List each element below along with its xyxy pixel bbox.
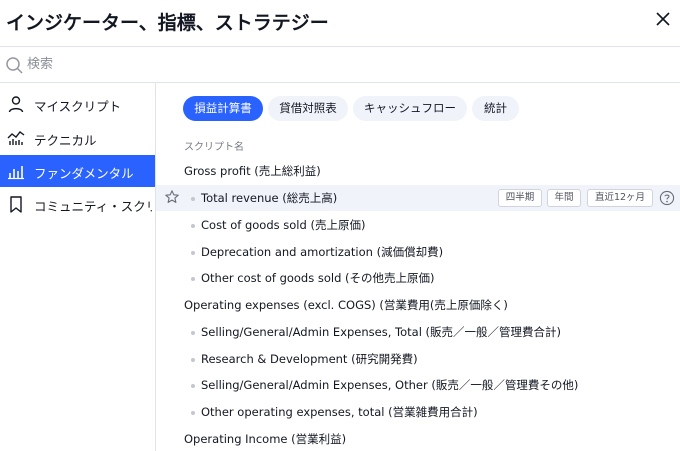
list-item-total-revenue[interactable]: Total revenue (総売上高) 四半期 年間 直近12ヶ月 — [156, 185, 680, 211]
sidebar-item-my-scripts[interactable]: マイスクリプト — [0, 88, 155, 120]
list-item-research-development[interactable]: Research & Development (研究開発費) — [156, 346, 680, 372]
sidebar-item-label: テクニカル — [34, 133, 97, 148]
search-input[interactable] — [27, 53, 647, 75]
tab-statistics[interactable]: 統計 — [472, 96, 519, 121]
sidebar-item-label: ファンダメンタル — [34, 166, 134, 181]
row-label: Gross profit (売上総利益) — [184, 164, 321, 178]
tab-balance-sheet[interactable]: 貸借対照表 — [268, 96, 348, 121]
bullet-dot — [191, 197, 195, 201]
help-icon[interactable] — [659, 190, 675, 206]
list-group-operating-income[interactable]: Operating Income (営業利益) — [156, 426, 680, 451]
row-label: Selling/General/Admin Expenses, Total (販… — [201, 325, 562, 339]
bullet-dot — [191, 277, 195, 281]
row-label: Other cost of goods sold (その他売上原価) — [201, 271, 435, 285]
dialog-header: インジケーター、指標、ストラテジー — [0, 0, 680, 46]
category-sidebar: マイスクリプト テクニカル ファンダメンタル コミュニティ・スクリプト — [0, 83, 155, 451]
sidebar-item-label: コミュニティ・スクリプト — [34, 199, 152, 214]
row-label: Research & Development (研究開発費) — [201, 352, 418, 366]
technical-chart-icon — [7, 131, 25, 145]
column-header-script-name: スクリプト名 — [184, 142, 244, 153]
bullet-dot — [191, 358, 195, 362]
tab-income-statement[interactable]: 損益計算書 — [183, 96, 263, 121]
sidebar-item-technical[interactable]: テクニカル — [0, 122, 155, 154]
row-label: Deprecation and amortization (減価償却費) — [201, 245, 444, 259]
list-item-other-operating-expenses[interactable]: Other operating expenses, total (営業雑費用合計… — [156, 399, 680, 425]
bullet-dot — [191, 251, 195, 255]
badge-quarterly[interactable]: 四半期 — [498, 189, 542, 207]
row-label: Total revenue (総売上高) — [201, 191, 338, 205]
bullet-dot — [191, 331, 195, 335]
list-item-sga-total[interactable]: Selling/General/Admin Expenses, Total (販… — [156, 319, 680, 345]
row-label: Other operating expenses, total (営業雑費用合計… — [201, 405, 478, 419]
sidebar-item-fundamentals[interactable]: ファンダメンタル — [0, 155, 155, 187]
badge-annual[interactable]: 年間 — [547, 189, 581, 207]
badge-trailing-12-months[interactable]: 直近12ヶ月 — [587, 189, 653, 207]
list-group-gross-profit[interactable]: Gross profit (売上総利益) — [156, 158, 680, 184]
row-label: Cost of goods sold (売上原価) — [201, 218, 366, 232]
sidebar-item-label: マイスクリプト — [34, 99, 122, 114]
sidebar-item-community-scripts[interactable]: コミュニティ・スクリプト — [0, 188, 155, 220]
search-icon — [6, 57, 23, 74]
bullet-dot — [191, 384, 195, 388]
close-icon[interactable] — [650, 6, 676, 32]
list-item-cost-of-goods-sold[interactable]: Cost of goods sold (売上原価) — [156, 212, 680, 238]
row-label: Operating expenses (excl. COGS) (営業費用(売上… — [184, 298, 508, 312]
bullet-dot — [191, 411, 195, 415]
bookmark-icon — [10, 196, 22, 213]
tab-cash-flow[interactable]: キャッシュフロー — [353, 96, 467, 121]
star-icon[interactable] — [164, 189, 180, 205]
bar-chart-icon — [8, 166, 24, 180]
list-item-depreciation[interactable]: Deprecation and amortization (減価償却費) — [156, 239, 680, 265]
search-bar — [0, 47, 680, 82]
user-icon — [8, 96, 24, 113]
list-item-other-cogs[interactable]: Other cost of goods sold (その他売上原価) — [156, 265, 680, 291]
list-item-sga-other[interactable]: Selling/General/Admin Expenses, Other (販… — [156, 372, 680, 398]
script-list-panel: 損益計算書 貸借対照表 キャッシュフロー 統計 スクリプト名 Gross pro… — [156, 83, 680, 451]
bullet-dot — [191, 224, 195, 228]
dialog-title: インジケーター、指標、ストラテジー — [6, 12, 329, 34]
list-group-operating-expenses[interactable]: Operating expenses (excl. COGS) (営業費用(売上… — [156, 292, 680, 318]
row-label: Operating Income (営業利益) — [184, 432, 347, 446]
row-label: Selling/General/Admin Expenses, Other (販… — [201, 378, 579, 392]
